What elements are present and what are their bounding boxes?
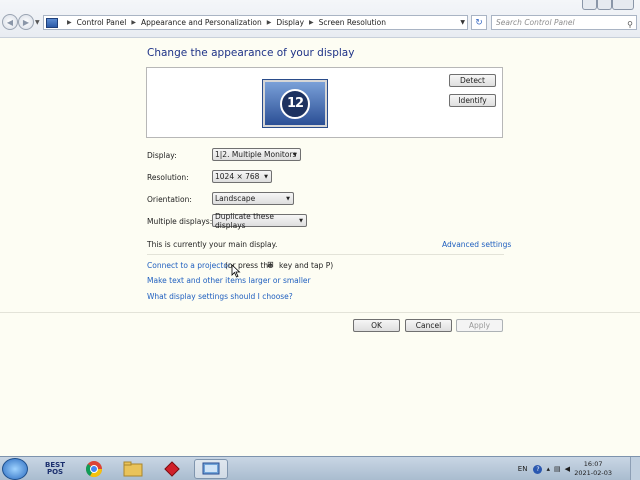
orientation-select[interactable]: Landscape ▼ bbox=[212, 192, 294, 205]
monitor-icon[interactable]: 12 bbox=[262, 79, 328, 128]
chrome-button[interactable] bbox=[77, 459, 111, 479]
connect-projector-link[interactable]: Connect to a projector bbox=[147, 261, 231, 270]
multiple-displays-label: Multiple displays: bbox=[147, 217, 213, 226]
display-window-icon bbox=[202, 462, 220, 475]
show-desktop-button[interactable] bbox=[630, 457, 640, 480]
display-select[interactable]: 1|2. Multiple Monitors ▼ bbox=[212, 148, 301, 161]
divider bbox=[147, 254, 504, 255]
red-diamond-icon bbox=[164, 461, 180, 477]
multiple-displays-select[interactable]: Duplicate these displays ▼ bbox=[212, 211, 307, 230]
display-preview-panel: 12 Detect Identify bbox=[146, 67, 503, 138]
chevron-down-icon[interactable]: ▼ bbox=[460, 19, 465, 26]
search-input[interactable]: Search Control Panel ⚲ bbox=[491, 15, 637, 30]
search-placeholder: Search Control Panel bbox=[496, 18, 575, 27]
address-bar[interactable]: ▶ Control Panel ▶ Appearance and Persona… bbox=[43, 15, 468, 30]
orientation-label: Orientation: bbox=[147, 195, 192, 204]
projector-hint-end: key and tap P) bbox=[279, 261, 334, 270]
breadcrumb-control-panel[interactable]: Control Panel bbox=[77, 18, 127, 27]
chevron-down-icon: ▼ bbox=[293, 152, 297, 158]
main-display-text: This is currently your main display. bbox=[147, 240, 278, 249]
mouse-cursor-icon bbox=[231, 264, 241, 278]
display-settings-help-link[interactable]: What display settings should I choose? bbox=[147, 292, 293, 301]
windows-key-icon: ⊞ bbox=[267, 260, 274, 269]
ok-button[interactable]: OK bbox=[353, 319, 400, 332]
pos-app-button[interactable]: BEST POS bbox=[38, 459, 72, 479]
resolution-select-value: 1024 × 768 bbox=[215, 172, 260, 181]
clock-date: 2021-02-03 bbox=[574, 469, 612, 477]
breadcrumb-display[interactable]: Display bbox=[276, 18, 304, 27]
help-icon[interactable]: ? bbox=[533, 464, 543, 474]
refresh-icon: ↻ bbox=[475, 17, 483, 28]
refresh-button[interactable]: ↻ bbox=[471, 15, 487, 30]
control-panel-icon bbox=[46, 17, 58, 28]
back-button[interactable]: ◀ bbox=[2, 14, 18, 30]
chevron-down-icon: ▼ bbox=[299, 218, 303, 224]
address-toolbar: ◀ ▶ ▼ ▶ Control Panel ▶ Appearance and P… bbox=[0, 0, 640, 38]
clock-time: 16:07 bbox=[583, 460, 603, 468]
chevron-right-icon: ▶ bbox=[131, 19, 136, 26]
multiple-displays-select-value: Duplicate these displays bbox=[215, 211, 274, 230]
language-indicator[interactable]: EN bbox=[518, 465, 528, 473]
identify-button[interactable]: Identify bbox=[449, 94, 496, 107]
display-settings-taskbar-button[interactable] bbox=[194, 459, 228, 479]
forward-button[interactable]: ▶ bbox=[18, 14, 34, 30]
chevron-right-icon: ▶ bbox=[266, 19, 272, 26]
divider bbox=[0, 312, 640, 313]
chevron-right-icon: ▶ bbox=[67, 19, 72, 26]
close-button[interactable] bbox=[612, 0, 634, 10]
orientation-select-value: Landscape bbox=[215, 194, 256, 203]
minimize-button[interactable] bbox=[582, 0, 597, 10]
chevron-down-icon: ▼ bbox=[264, 174, 268, 180]
chrome-icon bbox=[85, 461, 103, 478]
explorer-button[interactable] bbox=[116, 459, 150, 479]
resolution-select[interactable]: 1024 × 768 ▼ bbox=[212, 170, 272, 183]
search-icon: ⚲ bbox=[627, 20, 633, 29]
chevron-right-icon: ▶ bbox=[309, 19, 314, 26]
text-size-link[interactable]: Make text and other items larger or smal… bbox=[147, 276, 311, 285]
chevron-down-icon: ▼ bbox=[286, 196, 290, 202]
resolution-label: Resolution: bbox=[147, 173, 189, 182]
detect-button[interactable]: Detect bbox=[449, 74, 496, 87]
network-icon[interactable]: ▤ bbox=[554, 465, 561, 473]
volume-icon[interactable]: ◀ bbox=[565, 465, 570, 473]
breadcrumb-screen-resolution[interactable]: Screen Resolution bbox=[319, 18, 386, 27]
monitor-number: 12 bbox=[280, 88, 310, 119]
start-button[interactable] bbox=[2, 458, 28, 480]
clock[interactable]: 16:07 2021-02-03 bbox=[574, 460, 612, 478]
pos-app-label-bottom: POS bbox=[46, 468, 64, 476]
advanced-settings-link[interactable]: Advanced settings bbox=[442, 240, 511, 249]
tray-expand-icon[interactable]: ▴ bbox=[546, 465, 550, 473]
display-select-value: 1|2. Multiple Monitors bbox=[215, 150, 297, 159]
breadcrumb-appearance[interactable]: Appearance and Personalization bbox=[141, 18, 262, 27]
apply-button[interactable]: Apply bbox=[456, 319, 503, 332]
red-app-button[interactable] bbox=[155, 459, 189, 479]
breadcrumb: ▶ Control Panel ▶ Appearance and Persona… bbox=[62, 18, 386, 27]
maximize-button[interactable] bbox=[597, 0, 612, 10]
taskbar: BEST POS EN ? ▴ ▤ ◀ 16:07 2021-02-03 bbox=[0, 456, 640, 480]
recent-pages-dropdown[interactable]: ▼ bbox=[35, 19, 40, 26]
display-label: Display: bbox=[147, 151, 177, 160]
folder-icon bbox=[123, 461, 143, 477]
cancel-button[interactable]: Cancel bbox=[405, 319, 452, 332]
page-title: Change the appearance of your display bbox=[147, 47, 355, 59]
